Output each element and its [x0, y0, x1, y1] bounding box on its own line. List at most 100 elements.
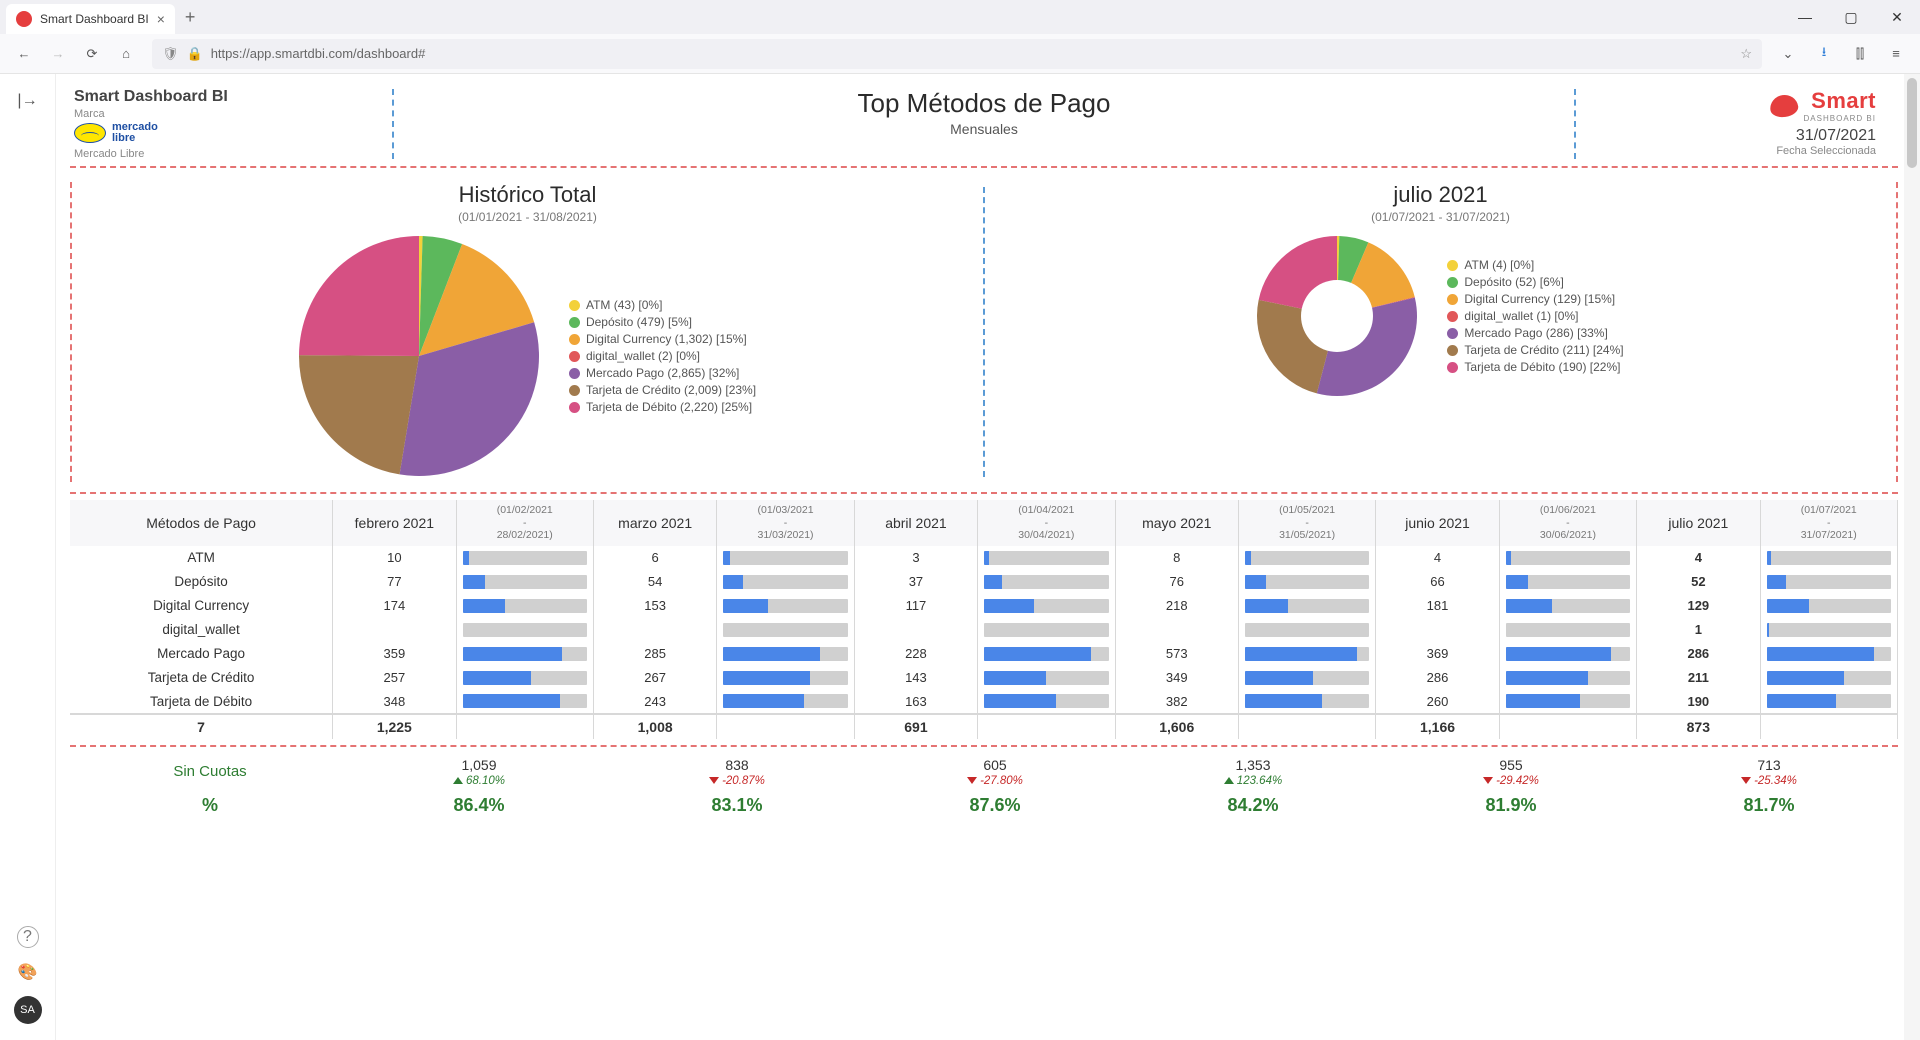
cell-bar	[717, 594, 854, 618]
th-range: (01/03/2021-31/03/2021)	[717, 500, 854, 546]
th-month: junio 2021	[1376, 500, 1499, 546]
library-icon[interactable]: ⫿⫿	[1844, 38, 1876, 70]
cell-bar	[1499, 546, 1636, 570]
percent-cell: 81.7%	[1640, 795, 1898, 816]
th-methods: Métodos de Pago	[70, 500, 333, 546]
cell-value: 348	[333, 690, 456, 714]
bookmark-star-icon[interactable]: ☆	[1740, 46, 1752, 62]
vertical-scrollbar[interactable]	[1904, 74, 1920, 1040]
cell-method: ATM	[70, 546, 333, 570]
cell-bar	[717, 666, 854, 690]
cell-bar	[1238, 690, 1375, 714]
tab-title: Smart Dashboard BI	[40, 12, 149, 26]
cell-bar	[456, 666, 593, 690]
legend-swatch	[569, 368, 580, 379]
trend-icon	[709, 777, 719, 784]
cell-value: 243	[593, 690, 716, 714]
cell-bar	[1760, 570, 1897, 594]
table-totals: 71,2251,0086911,6061,166873	[70, 714, 1898, 739]
percent-cell: 83.1%	[608, 795, 866, 816]
new-tab-button[interactable]: +	[185, 7, 196, 28]
window-maximize-button[interactable]: ▢	[1828, 0, 1874, 34]
cell-value: 10	[333, 546, 456, 570]
cell-value: 77	[333, 570, 456, 594]
cell-bar	[456, 618, 593, 642]
quota-cell: 1,059 68.10%	[350, 757, 608, 787]
donut-chart	[1257, 236, 1417, 396]
table-row: Mercado Pago359285228573369286	[70, 642, 1898, 666]
user-avatar[interactable]: SA	[14, 996, 42, 1024]
selected-date-label: Fecha Seleccionada	[1578, 145, 1876, 157]
cell-value: 359	[333, 642, 456, 666]
legend-swatch	[1447, 294, 1458, 305]
cell-value: 267	[593, 666, 716, 690]
app-side-rail: |→ ? 🎨 SA	[0, 74, 56, 1040]
th-month: febrero 2021	[333, 500, 456, 546]
quota-cell: 605 -27.80%	[866, 757, 1124, 787]
expand-sidebar-button[interactable]: |→	[17, 92, 37, 110]
percent-cell: 84.2%	[1124, 795, 1382, 816]
cell-value: 117	[854, 594, 977, 618]
cell-value: 54	[593, 570, 716, 594]
url-text: https://app.smartdbi.com/dashboard#	[211, 46, 1733, 61]
legend-item: Tarjeta de Crédito (2,009) [23%]	[569, 383, 756, 397]
chart-julio-2021: julio 2021 (01/07/2021 - 31/07/2021) ATM…	[985, 178, 1896, 486]
cell-value: 228	[854, 642, 977, 666]
cell-value: 76	[1115, 570, 1238, 594]
table-row: Digital Currency174153117218181129	[70, 594, 1898, 618]
cell-bar	[1760, 546, 1897, 570]
legend-item: digital_wallet (2) [0%]	[569, 349, 756, 363]
cell-value: 349	[1115, 666, 1238, 690]
percent-row: %86.4%83.1%87.6%84.2%81.9%81.7%	[70, 795, 1898, 816]
lock-icon[interactable]: 🔒	[187, 46, 203, 62]
cell-value	[1115, 618, 1238, 642]
home-button[interactable]: ⌂	[110, 38, 142, 70]
cell-bar	[1238, 618, 1375, 642]
cell-value: 153	[593, 594, 716, 618]
legend-item: Mercado Pago (2,865) [32%]	[569, 366, 756, 380]
dashboard-canvas: Smart Dashboard BI Marca mercado libre M…	[56, 74, 1904, 1040]
menu-icon[interactable]: ≡	[1880, 38, 1912, 70]
downloads-icon[interactable]: ⭳	[1808, 38, 1840, 70]
cell-bar	[1238, 570, 1375, 594]
cell-bar	[717, 690, 854, 714]
cell-value: 382	[1115, 690, 1238, 714]
table-row: Depósito775437766652	[70, 570, 1898, 594]
cell-method: Tarjeta de Crédito	[70, 666, 333, 690]
page-subtitle: Mensuales	[396, 121, 1572, 137]
header-separator	[392, 89, 394, 159]
legend-item: Digital Currency (129) [15%]	[1447, 292, 1623, 306]
cell-method: Depósito	[70, 570, 333, 594]
th-range: (01/06/2021-30/06/2021)	[1499, 500, 1636, 546]
tab-favicon	[16, 11, 32, 27]
browser-tab[interactable]: Smart Dashboard BI ×	[6, 4, 175, 34]
window-close-button[interactable]: ✕	[1874, 0, 1920, 34]
pocket-icon[interactable]: ⌄	[1772, 38, 1804, 70]
back-button[interactable]: ←	[8, 38, 40, 70]
cell-value: 66	[1376, 570, 1499, 594]
cell-value: 211	[1637, 666, 1760, 690]
legend-item: Mercado Pago (286) [33%]	[1447, 326, 1623, 340]
th-month: marzo 2021	[593, 500, 716, 546]
chart-legend: ATM (4) [0%]Depósito (52) [6%]Digital Cu…	[1447, 255, 1623, 377]
legend-item: ATM (43) [0%]	[569, 298, 756, 312]
legend-item: Depósito (52) [6%]	[1447, 275, 1623, 289]
cell-bar	[1238, 546, 1375, 570]
cell-bar	[717, 570, 854, 594]
help-icon[interactable]: ?	[17, 926, 39, 948]
cell-value: 52	[1637, 570, 1760, 594]
theme-icon[interactable]: 🎨	[18, 962, 38, 982]
close-tab-icon[interactable]: ×	[157, 11, 165, 27]
window-minimize-button[interactable]: ―	[1782, 0, 1828, 34]
cell-bar	[1499, 642, 1636, 666]
cell-value	[1376, 618, 1499, 642]
reload-button[interactable]: ⟳	[76, 38, 108, 70]
address-bar[interactable]: 🛡 🔒 https://app.smartdbi.com/dashboard# …	[152, 39, 1762, 69]
cell-value	[854, 618, 977, 642]
cell-value: 8	[1115, 546, 1238, 570]
page-title: Top Métodos de Pago	[396, 88, 1572, 119]
shield-icon[interactable]: 🛡	[162, 46, 179, 62]
forward-button[interactable]: →	[42, 38, 74, 70]
browser-toolbar: ← → ⟳ ⌂ 🛡 🔒 https://app.smartdbi.com/das…	[0, 34, 1920, 74]
cell-bar	[717, 642, 854, 666]
